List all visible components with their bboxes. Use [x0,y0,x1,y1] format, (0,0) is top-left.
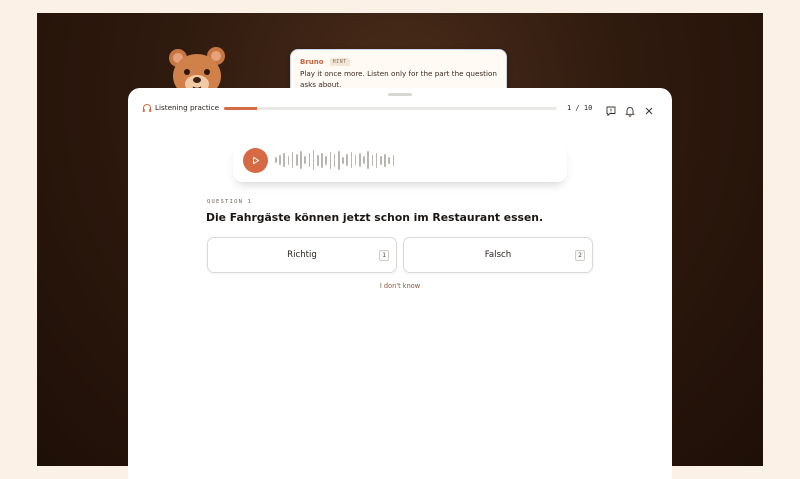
drag-handle[interactable] [388,93,412,96]
modal-header: Listening practice 1 / 10 [128,100,672,117]
waveform-bar [384,153,386,167]
waveform-bar [359,153,361,167]
report-icon [606,106,616,116]
question-text: Die Fahrgäste können jetzt schon im Rest… [206,211,544,224]
waveform-bar [388,156,390,164]
waveform-bar [287,155,290,165]
report-button[interactable] [605,102,617,116]
waveform-bar [329,151,332,169]
waveform-bar [283,153,285,167]
dont-know-link[interactable]: I don't know [128,282,672,290]
waveform-bar [342,156,344,164]
hint-badge: HINT [329,57,350,66]
option-label: Falsch [484,250,512,260]
waveform-bar [338,150,340,170]
waveform-bar [279,155,281,165]
waveform-bar [317,154,319,166]
waveform-bar [312,150,315,170]
waveform-bar [325,155,327,165]
progress-fill [224,107,258,110]
progress-bar [224,107,557,110]
audio-player [233,142,567,182]
waveform-bar [380,155,382,165]
waveform-bar [333,153,336,167]
waveform-bar [321,152,323,168]
waveform-bar [275,157,277,163]
waveform-bar [304,156,306,164]
play-button[interactable] [243,148,268,173]
headphones-icon [142,104,152,112]
waveform-bar [375,152,378,168]
page-title: Listening practice [155,103,220,112]
waveform-bar [300,151,302,169]
play-icon [253,156,260,165]
close-button[interactable] [643,102,655,115]
waveform-bar [350,152,353,168]
shortcut-key: 2 [575,250,585,261]
bell-icon [625,107,635,117]
waveform-bar [392,154,395,166]
hint-author: Bruno [300,57,324,66]
answer-option-richtig[interactable]: Richtig 1 [207,237,397,273]
question-label: QUESTION 1 [207,199,253,205]
waveform-bar [363,156,365,164]
waveform-bar [308,153,311,167]
listening-modal: Listening practice 1 / 10 QUESTION 1 Die… [128,88,672,479]
hint-text: Play it once more. Listen only for the p… [300,69,497,89]
waveform-bar [371,154,374,166]
close-icon [645,107,653,115]
notifications-button[interactable] [624,102,636,117]
answer-option-falsch[interactable]: Falsch 2 [403,237,593,273]
waveform-bar [354,155,357,165]
waveform-bar [296,154,298,166]
waveform-bar [367,151,369,169]
option-label: Richtig [287,250,317,260]
audio-waveform[interactable] [275,146,400,174]
shortcut-key: 1 [379,250,389,261]
waveform-bar [291,152,294,168]
question-counter: 1 / 10 [567,104,593,112]
waveform-bar [346,154,348,166]
